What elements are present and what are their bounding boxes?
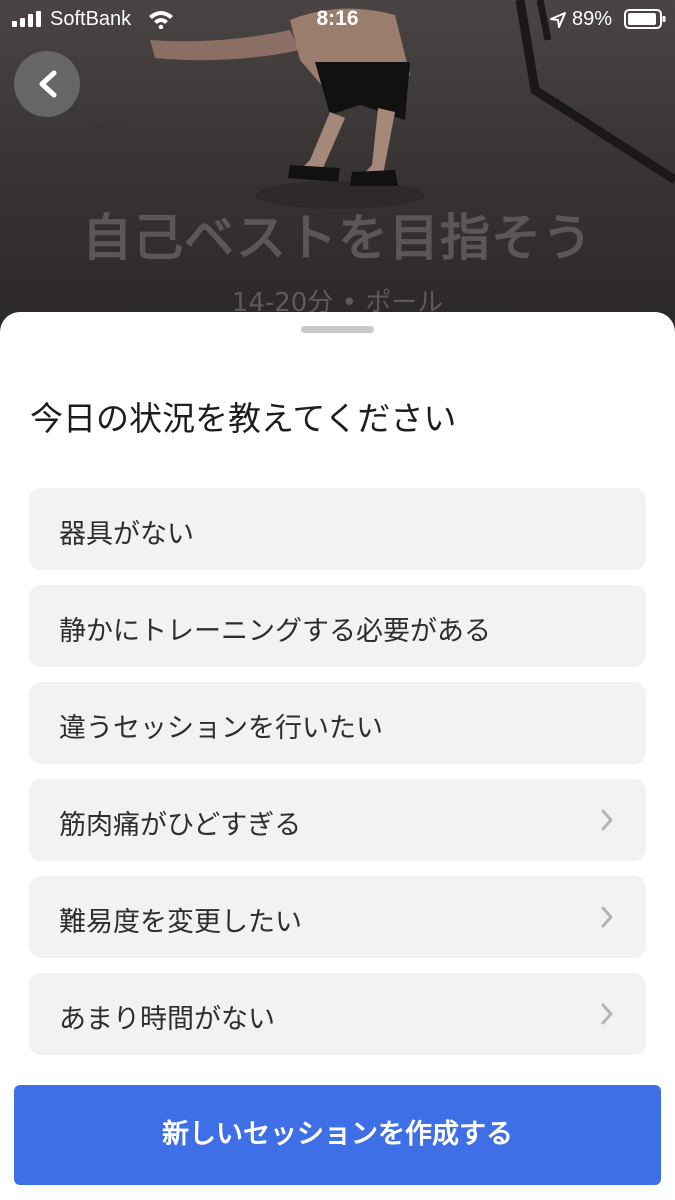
option-muscle-soreness[interactable]: 筋肉痛がひどすぎる bbox=[29, 779, 646, 861]
sheet-drag-handle[interactable] bbox=[301, 326, 374, 333]
chevron-right-icon bbox=[601, 809, 613, 831]
option-no-equipment[interactable]: 器具がない bbox=[29, 488, 646, 570]
option-different-session[interactable]: 違うセッションを行いたい bbox=[29, 682, 646, 764]
option-change-difficulty[interactable]: 難易度を変更したい bbox=[29, 876, 646, 958]
option-label: 静かにトレーニングする必要がある bbox=[59, 616, 491, 647]
workout-title: 自己ベストを目指そう bbox=[82, 209, 593, 267]
status-bar: SoftBank 8:16 89% bbox=[0, 0, 675, 40]
sheet-title: 今日の状況を教えてください bbox=[30, 399, 457, 438]
option-label: 筋肉痛がひどすぎる bbox=[59, 810, 302, 841]
option-label: 難易度を変更したい bbox=[59, 907, 302, 938]
option-little-time[interactable]: あまり時間がない bbox=[29, 973, 646, 1055]
chevron-left-icon bbox=[39, 70, 57, 98]
option-label: 器具がない bbox=[59, 519, 194, 550]
option-label: あまり時間がない bbox=[59, 1004, 275, 1035]
battery-icon bbox=[624, 9, 666, 29]
location-arrow-icon bbox=[550, 12, 566, 28]
option-label: 違うセッションを行いたい bbox=[59, 713, 383, 744]
battery-percentage: 89% bbox=[572, 8, 613, 30]
option-quiet-training[interactable]: 静かにトレーニングする必要がある bbox=[29, 585, 646, 667]
reason-sheet: 今日の状況を教えてください 器具がない 静かにトレーニングする必要がある 違うセ… bbox=[0, 312, 675, 1200]
create-session-label: 新しいセッションを作成する bbox=[162, 1119, 513, 1150]
back-button[interactable] bbox=[14, 51, 80, 117]
hero-background: 自己ベストを目指そう 14-20分 • ポール bbox=[0, 0, 675, 340]
create-session-button[interactable]: 新しいセッションを作成する bbox=[14, 1085, 661, 1185]
chevron-right-icon bbox=[601, 1003, 613, 1025]
chevron-right-icon bbox=[601, 906, 613, 928]
